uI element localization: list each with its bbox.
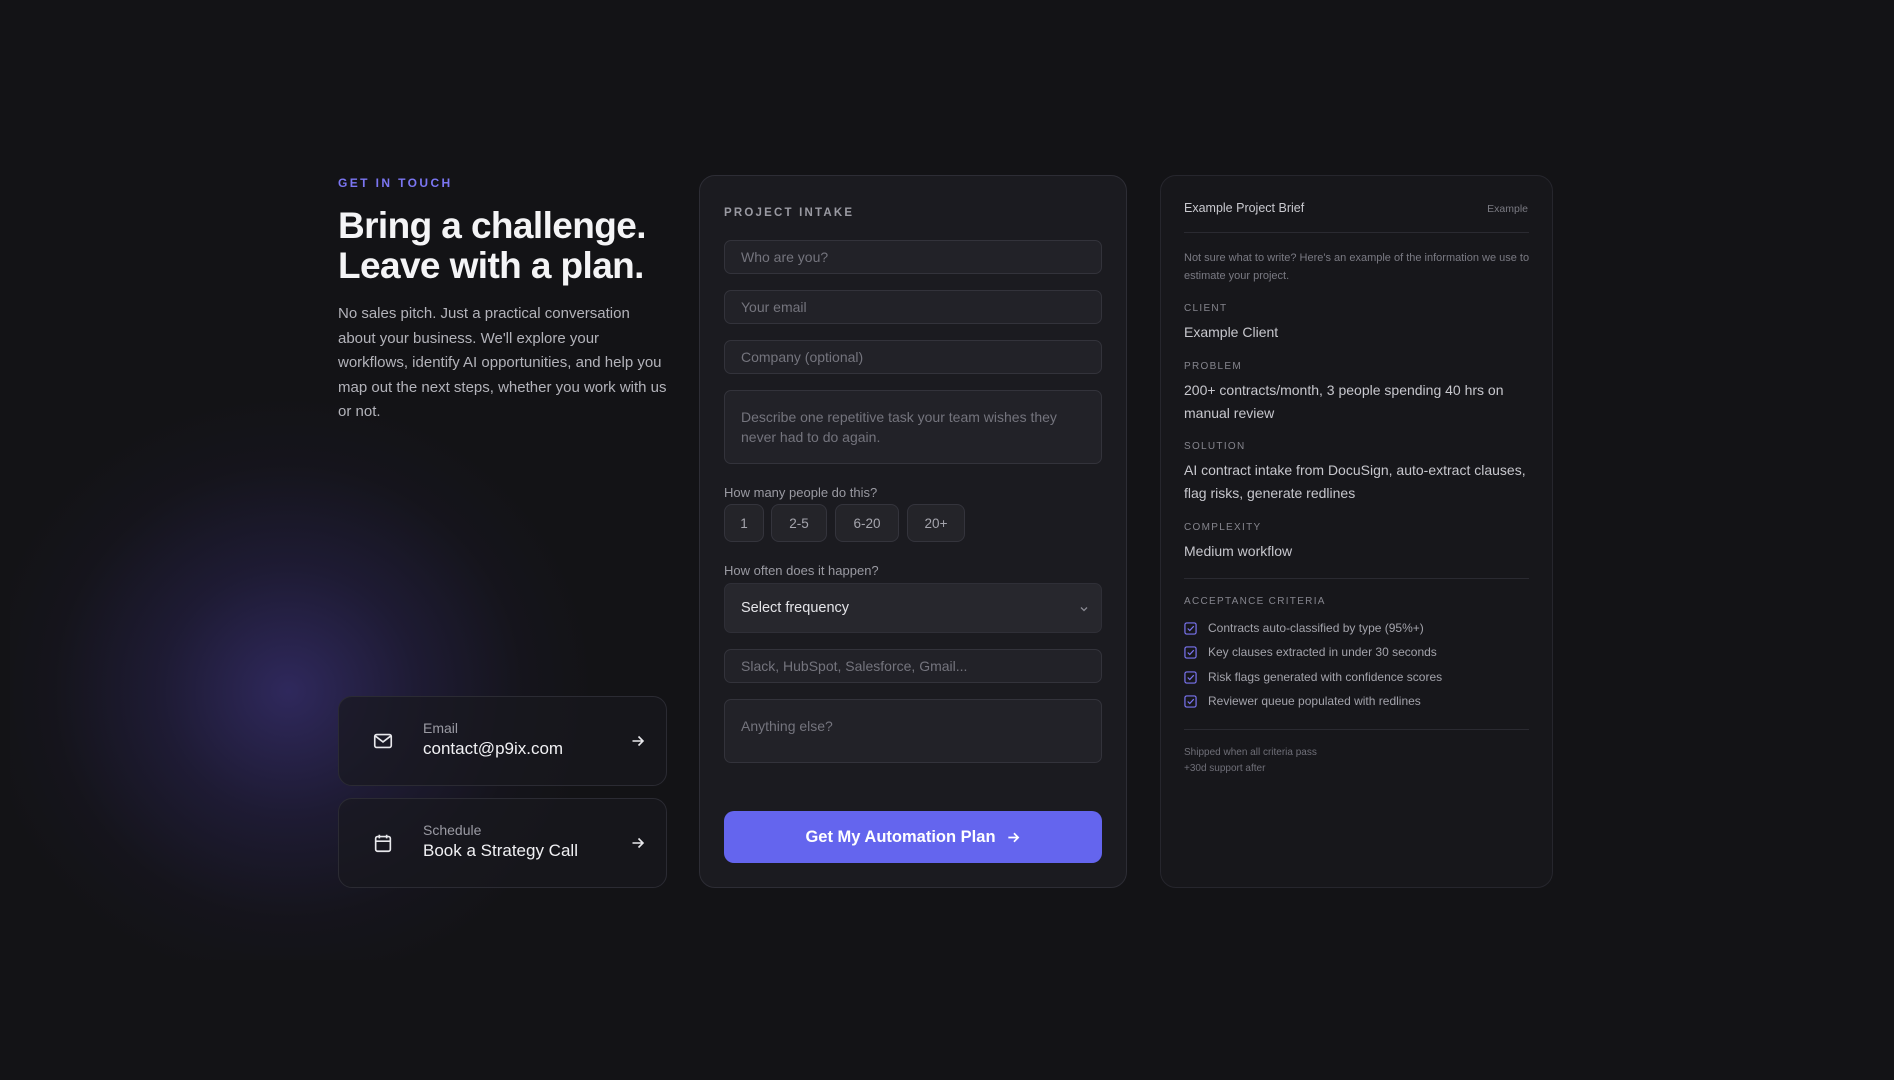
project-intake-form: PROJECT INTAKE Who are you? Your email C… bbox=[699, 175, 1127, 888]
divider bbox=[1184, 232, 1529, 233]
email-contact-value: contact@p9ix.com bbox=[423, 739, 564, 758]
calendar-icon bbox=[374, 834, 392, 853]
criteria-label: ACCEPTANCE CRITERIA bbox=[1184, 596, 1326, 607]
email-contact-text: Email contact@p9ix.com bbox=[423, 720, 563, 759]
people-option-20-plus[interactable]: 20+ bbox=[907, 504, 965, 542]
criteria-item-text: Contracts auto-classified by type (95%+) bbox=[1208, 621, 1424, 635]
page-headline: Bring a challenge. Leave with a plan. bbox=[338, 206, 668, 286]
name-input[interactable]: Who are you? bbox=[724, 240, 1102, 274]
headline-line-2: Leave with a plan. bbox=[338, 245, 644, 286]
client-label: CLIENT bbox=[1184, 303, 1228, 314]
notes-textarea[interactable]: Anything else? bbox=[724, 699, 1102, 763]
submit-button-label: Get My Automation Plan bbox=[805, 827, 996, 846]
people-option-2-5[interactable]: 2-5 bbox=[771, 504, 827, 542]
arrow-right-icon bbox=[632, 735, 645, 747]
form-title: PROJECT INTAKE bbox=[724, 207, 855, 219]
divider bbox=[1184, 578, 1529, 579]
problem-label: PROBLEM bbox=[1184, 361, 1243, 372]
headline-line-1: Bring a challenge. bbox=[338, 205, 647, 246]
submit-button[interactable]: Get My Automation Plan bbox=[724, 811, 1102, 863]
brief-tag: Example bbox=[1487, 203, 1528, 215]
chevron-down-icon bbox=[1080, 607, 1088, 612]
criteria-item: Key clauses extracted in under 30 second… bbox=[1184, 645, 1437, 659]
client-value: Example Client bbox=[1184, 324, 1279, 340]
tools-input[interactable]: Slack, HubSpot, Salesforce, Gmail... bbox=[724, 649, 1102, 683]
solution-label: SOLUTION bbox=[1184, 441, 1246, 452]
brief-title: Example Project Brief bbox=[1184, 201, 1305, 215]
problem-value: 200+ contracts/month, 3 people spending … bbox=[1184, 382, 1504, 421]
criteria-item-text: Key clauses extracted in under 30 second… bbox=[1208, 645, 1437, 659]
frequency-select[interactable]: Select frequency bbox=[724, 583, 1102, 633]
complexity-label: COMPLEXITY bbox=[1184, 522, 1262, 533]
email-contact-card[interactable]: Email contact@p9ix.com bbox=[338, 696, 667, 786]
frequency-select-value: Select frequency bbox=[741, 600, 850, 616]
frequency-question-label: How often does it happen? bbox=[724, 563, 879, 578]
criteria-item: Reviewer queue populated with redlines bbox=[1184, 694, 1421, 708]
people-option-1[interactable]: 1 bbox=[724, 504, 764, 542]
eyebrow-label: GET IN TOUCH bbox=[338, 176, 453, 190]
email-input[interactable]: Your email bbox=[724, 290, 1102, 324]
company-input[interactable]: Company (optional) bbox=[724, 340, 1102, 374]
schedule-contact-text: Schedule Book a Strategy Call bbox=[423, 822, 578, 861]
criteria-item-text: Reviewer queue populated with redlines bbox=[1208, 694, 1421, 708]
people-option-6-20[interactable]: 6-20 bbox=[835, 504, 899, 542]
checkbox-checked-icon bbox=[1184, 670, 1197, 684]
checkbox-checked-icon bbox=[1184, 645, 1197, 659]
brief-footer-line-1: Shipped when all criteria pass bbox=[1184, 747, 1317, 758]
criteria-item-text: Risk flags generated with confidence sco… bbox=[1208, 670, 1443, 684]
arrow-right-icon bbox=[1007, 832, 1019, 842]
people-question-label: How many people do this? bbox=[724, 485, 878, 500]
checkbox-checked-icon bbox=[1184, 694, 1197, 708]
brief-note: Not sure what to write? Here's an exampl… bbox=[1184, 252, 1530, 282]
intro-text: No sales pitch. Just a practical convers… bbox=[338, 305, 667, 420]
arrow-right-icon bbox=[632, 837, 645, 849]
email-contact-label: Email bbox=[423, 720, 459, 736]
schedule-contact-value: Book a Strategy Call bbox=[423, 841, 578, 860]
brief-footer-line-2: +30d support after bbox=[1184, 763, 1266, 774]
criteria-item: Risk flags generated with confidence sco… bbox=[1184, 670, 1442, 684]
mail-icon bbox=[373, 733, 393, 749]
hero-section: GET IN TOUCH Bring a challenge. Leave wi… bbox=[338, 176, 668, 425]
task-description-textarea[interactable]: Describe one repetitive task your team w… bbox=[724, 390, 1102, 464]
criteria-item: Contracts auto-classified by type (95%+) bbox=[1184, 621, 1424, 635]
divider bbox=[1184, 729, 1529, 730]
checkbox-checked-icon bbox=[1184, 621, 1197, 635]
schedule-contact-label: Schedule bbox=[423, 822, 482, 838]
example-brief-panel: Example Project Brief Example Not sure w… bbox=[1160, 175, 1553, 888]
complexity-value: Medium workflow bbox=[1184, 543, 1293, 559]
schedule-contact-card[interactable]: Schedule Book a Strategy Call bbox=[338, 798, 667, 888]
solution-value: AI contract intake from DocuSign, auto-e… bbox=[1184, 462, 1526, 501]
